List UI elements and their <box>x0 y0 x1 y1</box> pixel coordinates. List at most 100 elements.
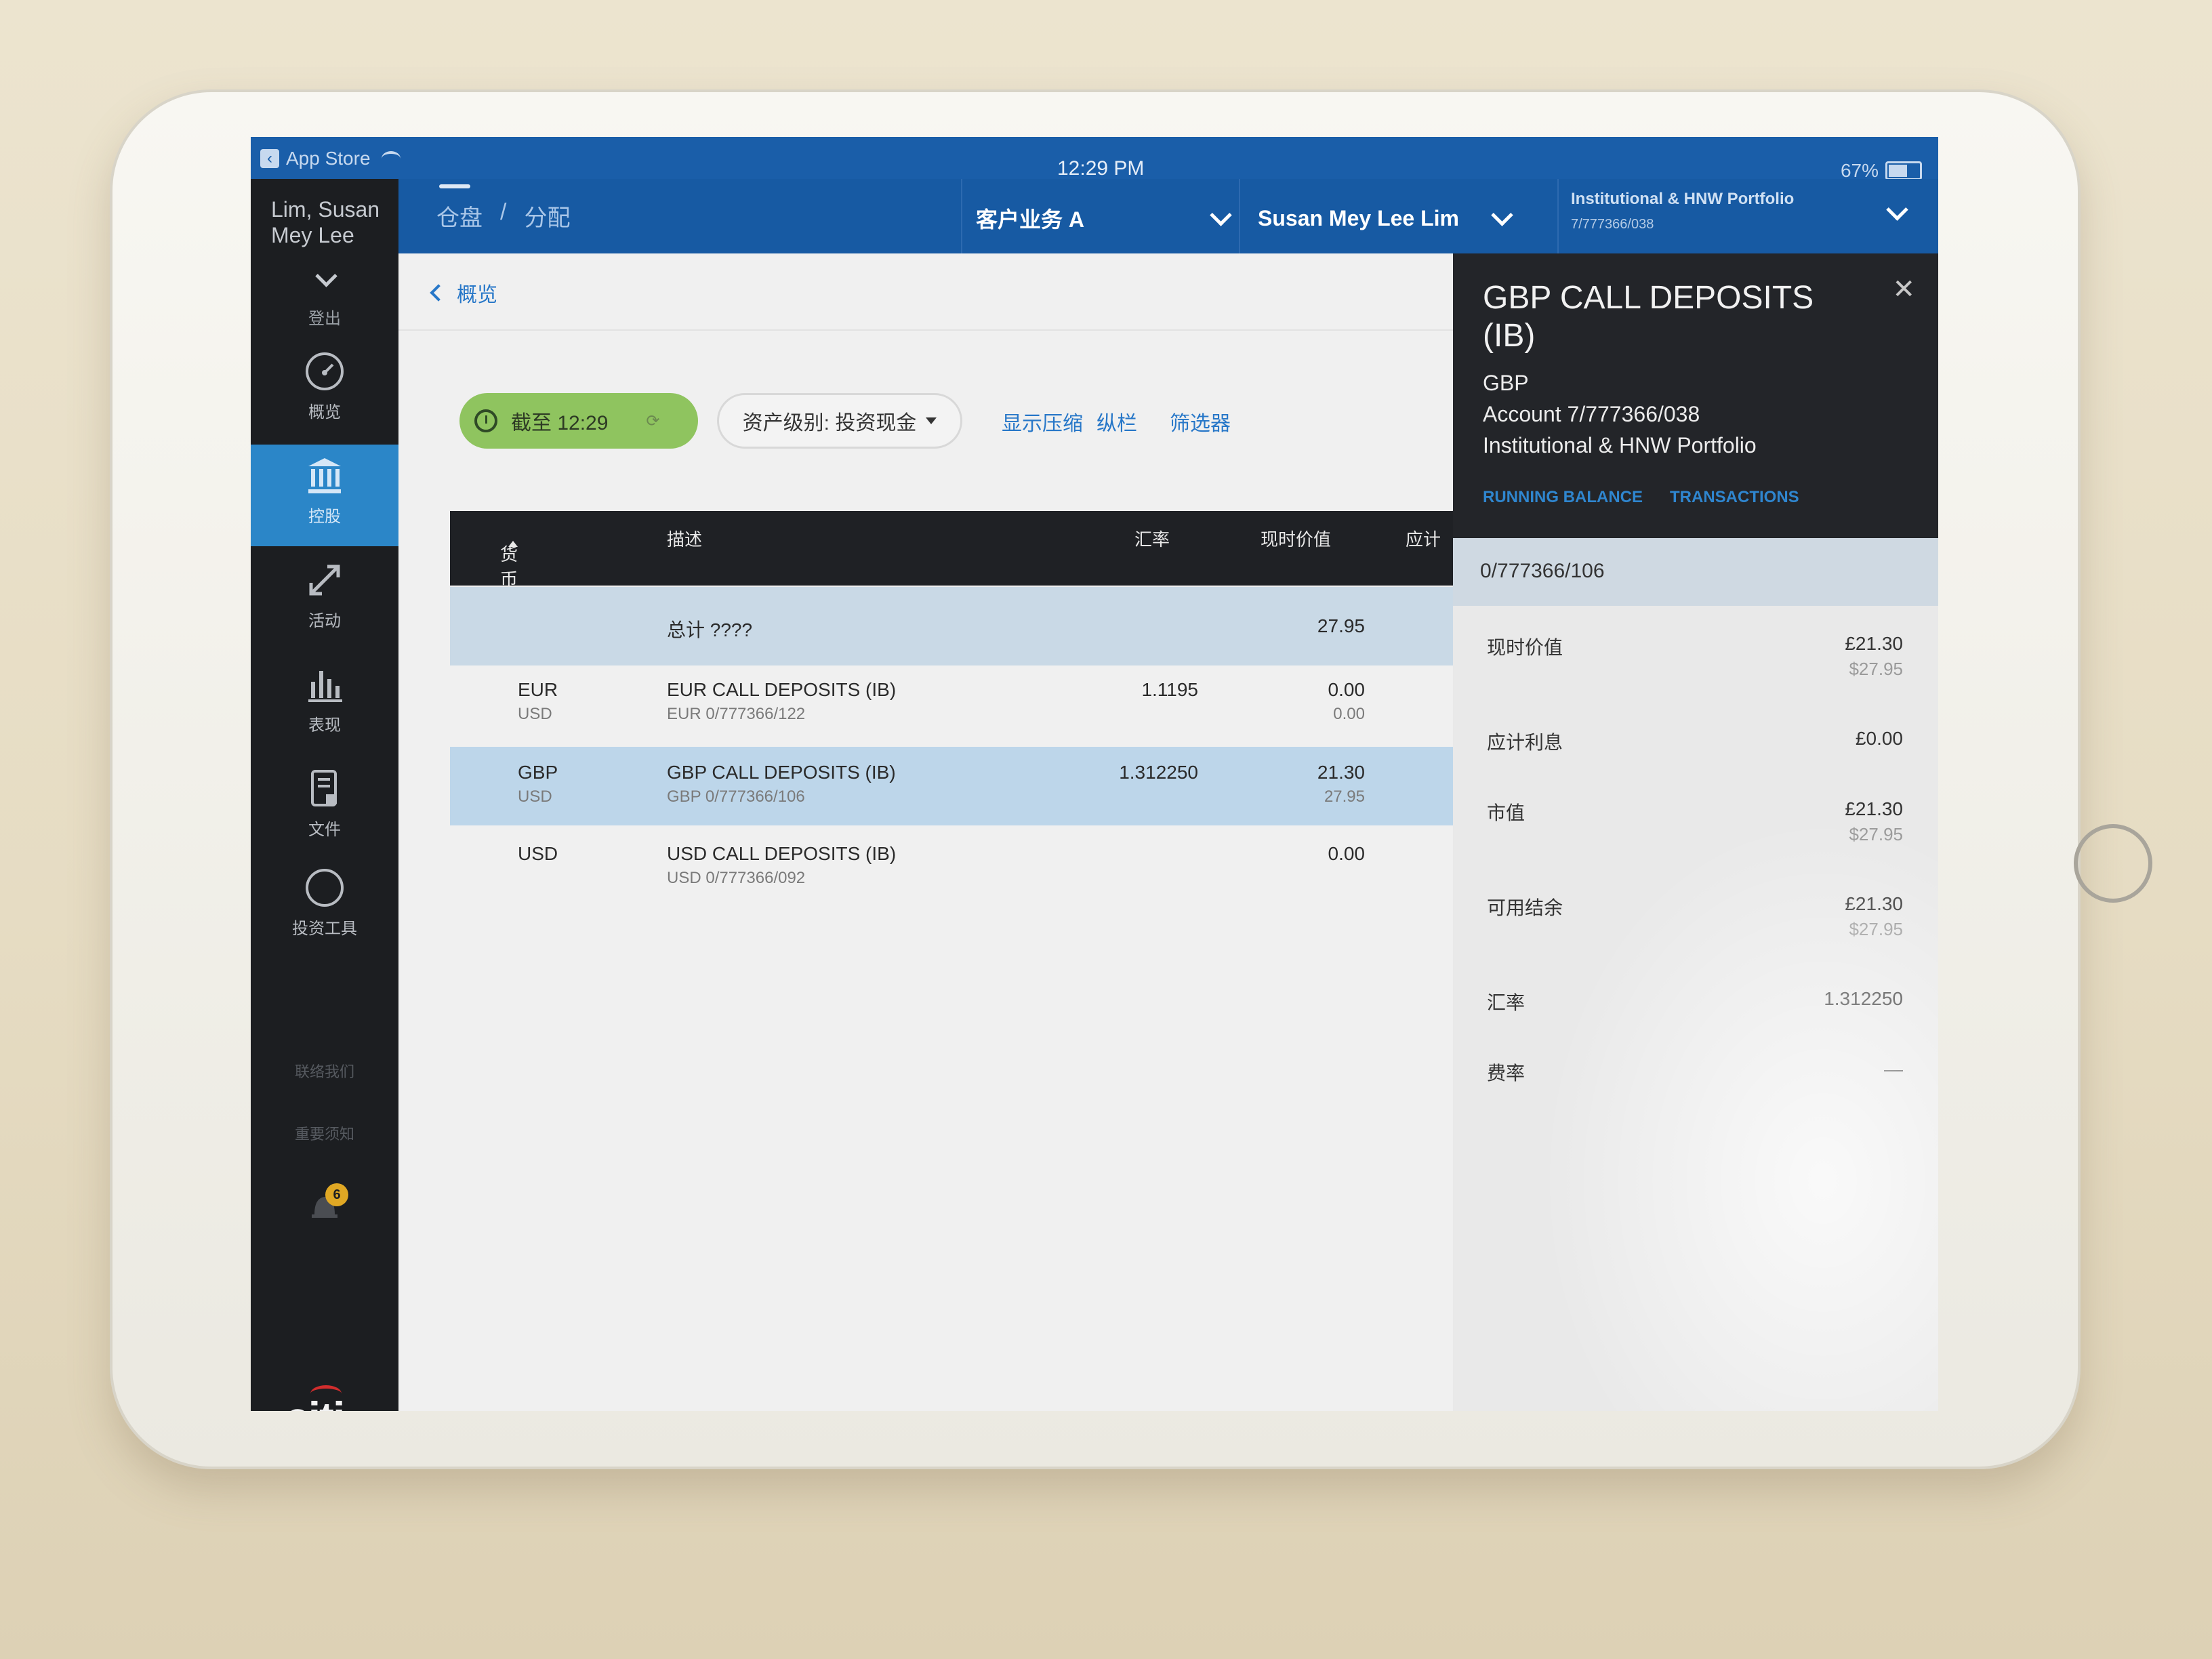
caret-down-icon <box>926 417 937 424</box>
column-header-description[interactable]: 描述 <box>667 526 702 551</box>
row-description: EUR CALL DEPOSITS (IB) <box>667 679 897 700</box>
drag-handle[interactable] <box>439 184 470 188</box>
portfolio-name: Institutional & HNW Portfolio <box>1571 190 1795 208</box>
sidebar-item-label: 概览 <box>308 403 341 422</box>
row-account: USD 0/777366/092 <box>667 869 806 887</box>
sidebar-item-tools[interactable]: 投资工具 <box>251 857 398 958</box>
header-divider <box>1557 179 1559 253</box>
close-icon[interactable]: ✕ <box>1892 274 1915 305</box>
row-value: 0.00 <box>1328 679 1366 700</box>
column-header-accrued[interactable]: 应计 <box>1406 526 1441 551</box>
detail-value: — <box>1884 1059 1903 1080</box>
detail-label: 可用结余 <box>1487 897 1563 918</box>
breadcrumb-allocation[interactable]: 分配 <box>524 199 570 232</box>
detail-value-base: $27.95 <box>1849 824 1903 844</box>
row-description: GBP CALL DEPOSITS (IB) <box>667 762 896 783</box>
detail-currency: GBP <box>1483 371 1529 395</box>
detail-label: 市值 <box>1487 802 1525 823</box>
row-value: 21.30 <box>1317 762 1365 783</box>
detail-value: £21.30 <box>1845 893 1903 914</box>
filter-link[interactable]: 筛选器 <box>1170 407 1231 436</box>
top-header: 仓盘 / 分配 客户业务 A Susan Mey Lee Lim Institu… <box>398 179 1938 253</box>
client-select-label: 客户业务 A <box>976 207 1085 232</box>
sidebar-item-label: 文件 <box>308 821 341 839</box>
table-header: 货币 描述 汇率 现时价值 应计 <box>450 511 1453 590</box>
tab-running-balance[interactable]: RUNNING BALANCE <box>1483 488 1643 507</box>
sidebar-item-overview[interactable]: 概览 <box>251 340 398 442</box>
main-content: 概览 截至 12:29 ⟳ 资产级别: 投资现金 显示压缩 纵栏 筛选器 货币 … <box>398 253 1453 1411</box>
chevron-down-icon[interactable] <box>1886 199 1908 221</box>
back-to-overview[interactable]: 概览 <box>430 278 497 308</box>
refresh-icon[interactable]: ⟳ <box>646 411 659 431</box>
detail-account: Account 7/777366/038 <box>1483 402 1700 426</box>
user-select-label: Susan Mey Lee Lim <box>1258 205 1459 230</box>
detail-value: £21.30 <box>1845 633 1903 654</box>
portfolio-account: 7/777366/038 <box>1571 217 1654 232</box>
arrows-expand-icon <box>309 565 340 596</box>
detail-label: 现时价值 <box>1487 637 1563 658</box>
clock-icon <box>474 409 497 432</box>
row-rate: 1.1195 <box>1141 679 1198 700</box>
column-header-current-value[interactable]: 现时价值 <box>1261 526 1331 551</box>
compass-icon <box>306 869 344 907</box>
app-screen: ‹ App Store 12:29 PM 67% 仓盘 / 分配 客户业务 A … <box>251 137 1938 1411</box>
bar-chart-icon <box>308 671 342 702</box>
column-header-rate[interactable]: 汇率 <box>1134 526 1170 551</box>
detail-title: GBP CALL DEPOSITS (IB) <box>1483 280 1814 354</box>
detail-value: 1.312250 <box>1824 988 1903 1009</box>
user-select[interactable]: Susan Mey Lee Lim <box>1258 191 1513 245</box>
as-of-pill[interactable]: 截至 12:29 ⟳ <box>459 393 698 449</box>
sidebar-item-activity[interactable]: 活动 <box>251 549 398 651</box>
sidebar-item-label: 表现 <box>308 716 341 735</box>
row-value: 0.00 <box>1328 843 1366 864</box>
row-value-base: 0.00 <box>1333 705 1365 723</box>
status-time: 12:29 PM <box>1057 157 1145 180</box>
sidebar-item-label: 活动 <box>308 612 341 630</box>
sidebar: Lim, Susan Mey Lee 登出 概览 控股 活动 表现 文件 投资工… <box>251 179 398 1411</box>
sidebar-item-performance[interactable]: 表现 <box>251 653 398 755</box>
bank-icon <box>308 458 341 493</box>
detail-panel-header: GBP CALL DEPOSITS (IB) ✕ GBP Account 7/7… <box>1453 253 1938 538</box>
sidebar-item-holdings[interactable]: 控股 <box>251 445 398 546</box>
table-row[interactable]: EUR USD EUR CALL DEPOSITS (IB) EUR 0/777… <box>450 665 1453 744</box>
detail-value: £0.00 <box>1855 728 1903 749</box>
asset-class-dropdown[interactable]: 资产级别: 投资现金 <box>717 393 962 449</box>
base-currency: USD <box>518 705 552 723</box>
detail-info: GBP Account 7/777366/038 Institutional &… <box>1483 367 1757 461</box>
detail-label: 汇率 <box>1487 992 1525 1013</box>
back-to-app-store[interactable]: ‹ App Store <box>260 148 401 169</box>
sidebar-item-documents[interactable]: 文件 <box>251 758 398 859</box>
detail-value: £21.30 <box>1845 798 1903 819</box>
detail-tabs: RUNNING BALANCE TRANSACTIONS <box>1483 488 1799 507</box>
header-divider <box>1239 179 1240 253</box>
table-row[interactable]: USD USD CALL DEPOSITS (IB) USD 0/777366/… <box>450 828 1453 907</box>
client-select[interactable]: 客户业务 A <box>976 191 1232 245</box>
contact-us-link[interactable]: 联络我们 <box>251 1060 398 1082</box>
currency-code: USD <box>518 843 558 864</box>
show-compact-link[interactable]: 显示压缩 <box>1002 407 1083 436</box>
currency-code: EUR <box>518 679 558 700</box>
total-row: 总计 ???? 27.95 <box>450 587 1453 665</box>
sub-account-label: 0/777366/106 <box>1480 560 1605 582</box>
row-description: USD CALL DEPOSITS (IB) <box>667 843 897 864</box>
breadcrumb: 仓盘 / 分配 <box>436 199 570 232</box>
user-name[interactable]: Lim, Susan Mey Lee <box>271 197 386 248</box>
portfolio-select[interactable]: Institutional & HNW Portfolio 7/777366/0… <box>1571 190 1794 232</box>
important-notice-link[interactable]: 重要须知 <box>251 1122 398 1144</box>
logout-link[interactable]: 登出 <box>251 305 398 329</box>
table-row-selected[interactable]: GBP USD GBP CALL DEPOSITS (IB) GBP 0/777… <box>450 747 1453 825</box>
detail-portfolio: Institutional & HNW Portfolio <box>1483 433 1757 457</box>
tab-transactions[interactable]: TRANSACTIONS <box>1670 488 1799 507</box>
detail-value-base: $27.95 <box>1849 919 1903 939</box>
citi-logo: citi <box>285 1392 345 1411</box>
back-app-label: App Store <box>286 148 371 169</box>
breadcrumb-separator: / <box>500 199 507 225</box>
chevron-down-icon[interactable] <box>315 265 337 287</box>
columns-link[interactable]: 纵栏 <box>1097 407 1137 436</box>
battery-icon <box>1885 161 1922 180</box>
home-button[interactable] <box>2074 824 2152 903</box>
base-currency: USD <box>518 787 552 806</box>
notification-badge: 6 <box>325 1183 348 1206</box>
breadcrumb-holdings[interactable]: 仓盘 <box>436 199 483 232</box>
chevron-left-icon <box>430 284 447 302</box>
